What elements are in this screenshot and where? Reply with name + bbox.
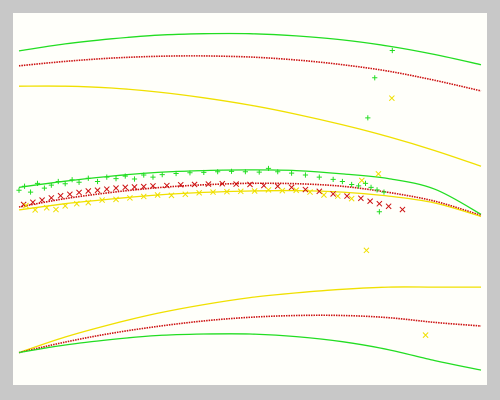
data-point-green [330,176,336,182]
data-point-yellow [388,95,395,102]
data-point-red [113,185,119,192]
data-point-green [69,177,75,183]
curve-red-1 [18,55,482,92]
data-point-green [21,183,28,189]
data-point-green [76,179,82,185]
data-point-red [94,187,101,194]
data-point-yellow [320,192,327,198]
data-point-yellow [422,332,429,339]
data-point-green [16,187,22,193]
curve-green-0 [18,32,482,66]
curve-yellow-5 [18,189,482,218]
data-point-green [339,178,345,185]
curve-yellow-2 [18,85,482,167]
data-point-red [122,184,129,191]
points-green-9 [16,47,395,215]
data-point-green [349,181,355,188]
data-point-red [357,195,364,202]
data-point-red [66,191,73,198]
data-point-red [48,194,55,201]
data-point-green [376,209,382,215]
data-point-red [76,189,83,196]
data-point-green [288,170,295,176]
chart-frame [13,13,487,385]
data-point-green [94,178,101,185]
data-point-red [376,200,383,207]
data-point-yellow [265,186,272,193]
data-point-green [85,175,91,181]
data-point-green [55,178,61,185]
data-point-green [316,174,322,180]
data-point-yellow [375,170,382,177]
data-point-green [131,176,138,182]
data-point-yellow [348,195,355,202]
data-point-red [288,184,295,191]
data-point-green [374,187,380,193]
data-point-green [372,75,378,81]
data-point-green [302,172,309,178]
data-point-green [104,174,110,180]
chart-plot [16,32,482,371]
data-point-green [381,189,387,195]
data-point-red [103,186,110,193]
data-point-yellow [363,247,370,254]
data-point-red [57,192,64,199]
data-point-yellow [358,177,365,184]
data-point-red [399,206,406,213]
data-point-red [385,203,392,210]
data-point-red [344,193,350,200]
data-point-green [368,184,374,190]
data-point-red [367,198,374,205]
data-point-green [362,180,369,186]
data-point-red [131,184,138,190]
data-point-red [29,199,36,206]
data-point-red [163,182,170,189]
data-point-green [365,115,371,121]
data-point-green [113,176,119,182]
data-point-yellow [182,191,189,198]
curve-green-8 [18,333,482,371]
data-point-green [150,174,156,180]
data-point-red [85,188,92,194]
data-point-green [27,189,34,195]
data-point-green [41,185,48,191]
data-point-yellow [53,206,59,213]
data-point-green [389,47,395,54]
data-point-red [274,183,281,190]
